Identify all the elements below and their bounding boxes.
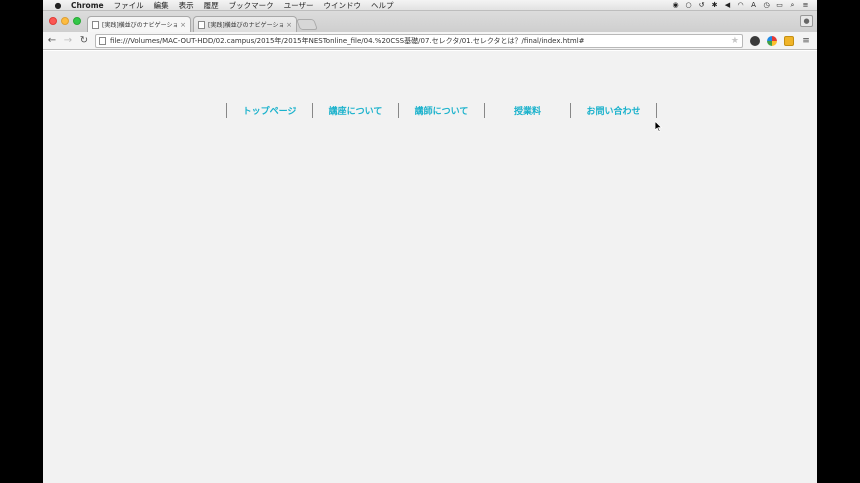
nav-link-top[interactable]: トップページ: [227, 103, 313, 118]
new-tab-button[interactable]: [295, 19, 319, 30]
wifi-icon[interactable]: ◠: [737, 1, 744, 9]
menu-file[interactable]: ファイル: [114, 0, 144, 11]
window-maximize-button[interactable]: [73, 17, 81, 25]
tab-inactive[interactable]: [実践]横並びのナビゲーショ ×: [193, 16, 297, 32]
circle-icon[interactable]: ○: [685, 1, 692, 9]
folder-extension-icon[interactable]: [784, 35, 794, 46]
menu-app-name[interactable]: Chrome: [71, 1, 104, 10]
time-machine-icon[interactable]: ↺: [698, 1, 705, 9]
tab-close-icon[interactable]: ×: [180, 21, 186, 29]
nav-link-contact[interactable]: お問い合わせ: [571, 103, 657, 118]
menu-view[interactable]: 表示: [179, 0, 194, 11]
nav-link-course[interactable]: 講座について: [313, 103, 399, 118]
browser-toolbar: ← → ↻ file:///Volumes/MAC-OUT-HDD/02.cam…: [43, 32, 817, 50]
page-favicon-icon: [92, 20, 99, 29]
nav-link-tuition[interactable]: 授業料: [485, 103, 571, 118]
menu-edit[interactable]: 編集: [154, 0, 169, 11]
tab-close-icon[interactable]: ×: [286, 21, 292, 29]
address-bar[interactable]: file:///Volumes/MAC-OUT-HDD/02.campus/20…: [95, 33, 743, 48]
window-minimize-button[interactable]: [61, 17, 69, 25]
forward-arrow-icon[interactable]: →: [61, 34, 75, 48]
bookmark-star-icon[interactable]: ★: [731, 36, 739, 46]
menu-people[interactable]: ユーザー: [284, 0, 314, 11]
menu-help[interactable]: ヘルプ: [371, 0, 394, 11]
extension-icon[interactable]: [750, 35, 760, 46]
page-viewport: トップページ 講座について 講師について 授業料 お問い合わせ: [43, 51, 817, 483]
notification-center-icon[interactable]: ≡: [802, 1, 809, 9]
page-icon: [99, 36, 106, 45]
profile-icon[interactable]: ●: [800, 15, 813, 27]
menu-window[interactable]: ウインドウ: [323, 0, 361, 11]
back-arrow-icon[interactable]: ←: [45, 34, 59, 48]
tab-title: [実践]横並びのナビゲーショ: [208, 22, 284, 29]
global-navigation: トップページ 講座について 講師について 授業料 お問い合わせ: [226, 103, 657, 118]
browser-window: [実践]横並びのナビゲーショ × [実践]横並びのナビゲーショ × ● ← → …: [43, 11, 817, 483]
window-close-button[interactable]: [49, 17, 57, 25]
volume-icon[interactable]: ◀: [724, 1, 731, 9]
tab-strip: [実践]横並びのナビゲーショ × [実践]横並びのナビゲーショ × ●: [43, 11, 817, 32]
record-icon[interactable]: ◉: [672, 1, 679, 9]
tab-active[interactable]: [実践]横並びのナビゲーショ ×: [87, 16, 191, 32]
tab-title: [実践]横並びのナビゲーショ: [102, 22, 178, 29]
status-icons: ◉ ○ ↺ ✱ ◀ ◠ A ◷ ▭ ⌕ ≡: [672, 1, 809, 10]
macos-menu-bar: ● Chrome ファイル 編集 表示 履歴 ブックマーク ユーザー ウインドウ…: [43, 0, 817, 11]
chrome-menu-icon[interactable]: ≡: [801, 36, 811, 46]
nav-link-instructor[interactable]: 講師について: [399, 103, 485, 118]
input-source-icon[interactable]: A: [750, 1, 757, 9]
address-url[interactable]: file:///Volumes/MAC-OUT-HDD/02.campus/20…: [110, 36, 731, 46]
color-picker-extension-icon[interactable]: [767, 35, 777, 46]
bluetooth-icon[interactable]: ✱: [711, 1, 718, 9]
clock-icon[interactable]: ◷: [763, 1, 770, 9]
menu-bookmarks[interactable]: ブックマーク: [229, 0, 274, 11]
battery-icon[interactable]: ▭: [776, 1, 783, 9]
spotlight-search-icon[interactable]: ⌕: [789, 1, 796, 10]
reload-icon[interactable]: ↻: [77, 34, 91, 48]
menu-history[interactable]: 履歴: [204, 0, 219, 11]
apple-menu-icon[interactable]: ●: [53, 1, 63, 10]
page-favicon-icon: [198, 20, 205, 29]
